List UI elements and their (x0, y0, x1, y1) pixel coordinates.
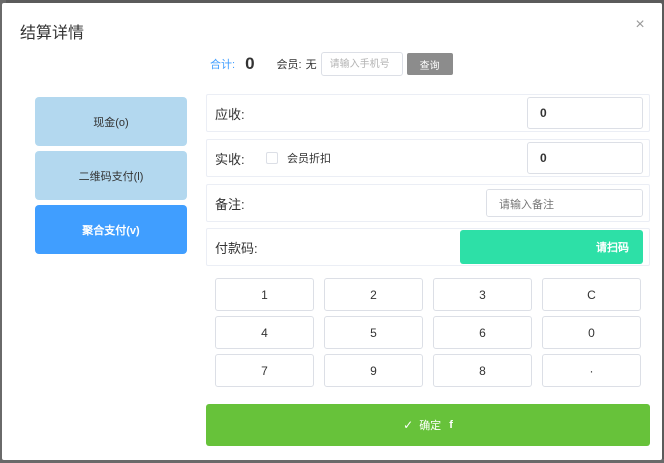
receivable-field[interactable]: 0 (527, 97, 643, 129)
member-label: 会员: (276, 59, 302, 71)
receivable-label: 应收: (215, 106, 245, 122)
receivable-row: 应收: 0 (206, 94, 650, 132)
keypad: 1 2 3 C 4 5 6 0 7 9 8 · (215, 278, 641, 388)
key-4[interactable]: 4 (215, 316, 314, 349)
key-decimal[interactable]: · (542, 354, 641, 387)
checkout-dialog: 结算详情 × 合计: 0 会员: 无 查询 现金(o) 二维码支付(l) 聚合支… (2, 3, 662, 460)
key-2[interactable]: 2 (324, 278, 423, 311)
phone-search-input[interactable] (320, 52, 403, 76)
dialog-title: 结算详情 (20, 23, 85, 42)
remark-label: 备注: (215, 196, 245, 212)
total-label: 合计: (210, 59, 236, 71)
confirm-label: 确定 (419, 420, 442, 432)
key-8[interactable]: 8 (433, 354, 532, 387)
key-9[interactable]: 9 (324, 354, 423, 387)
key-5[interactable]: 5 (324, 316, 423, 349)
key-1[interactable]: 1 (215, 278, 314, 311)
scan-button[interactable]: 请扫码 (460, 230, 643, 264)
paycode-row: 付款码: 请扫码 (206, 228, 650, 266)
key-7[interactable]: 7 (215, 354, 314, 387)
payment-method-cash[interactable]: 现金(o) (35, 97, 187, 146)
received-field[interactable]: 0 (527, 142, 643, 174)
paycode-label: 付款码: (215, 240, 258, 256)
confirm-shortcut: f (449, 419, 453, 431)
check-icon: ✓ (403, 418, 414, 432)
remark-row: 备注: (206, 184, 650, 222)
payment-method-qrcode[interactable]: 二维码支付(l) (35, 151, 187, 200)
received-label: 实收: (215, 151, 245, 167)
key-6[interactable]: 6 (433, 316, 532, 349)
received-row: 实收: 会员折扣 0 (206, 139, 650, 177)
key-clear[interactable]: C (542, 278, 641, 311)
confirm-button[interactable]: ✓ 确定 f (206, 404, 650, 446)
member-discount-checkbox[interactable] (266, 152, 278, 164)
query-button[interactable]: 查询 (406, 53, 453, 75)
remark-input[interactable] (486, 189, 643, 217)
close-icon[interactable]: × (632, 17, 648, 33)
payment-method-aggregate[interactable]: 聚合支付(v) (35, 205, 187, 254)
key-3[interactable]: 3 (433, 278, 532, 311)
member-value: 无 (305, 59, 317, 71)
member-discount-label[interactable]: 会员折扣 (287, 150, 331, 166)
key-0[interactable]: 0 (542, 316, 641, 349)
summary-row: 合计: 0 会员: 无 查询 (210, 51, 453, 77)
total-value: 0 (245, 54, 255, 73)
